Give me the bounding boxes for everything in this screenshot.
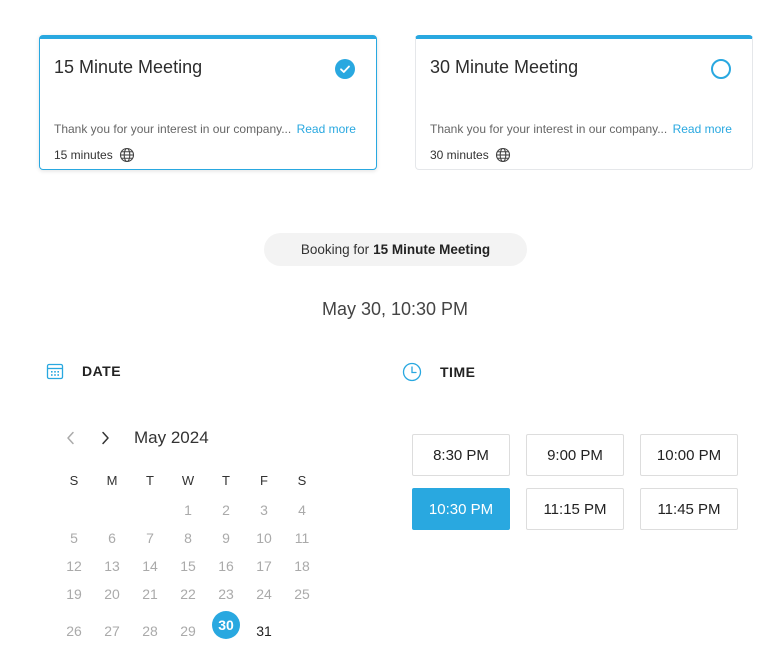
meeting-card-15[interactable]: 15 Minute Meeting Thank you for your int… xyxy=(39,35,377,170)
meeting-duration: 30 minutes xyxy=(430,147,511,163)
time-section-label: TIME xyxy=(440,364,476,380)
calendar-day: 21 xyxy=(142,586,158,602)
description-text: Thank you for your interest in our compa… xyxy=(430,122,668,136)
calendar-day-label: 30 xyxy=(212,611,240,639)
weekday-header: S xyxy=(297,472,307,488)
duration-text: 15 minutes xyxy=(54,148,113,162)
read-more-link[interactable]: Read more xyxy=(297,122,356,136)
calendar-day: 7 xyxy=(146,530,154,546)
month-navigation: May 2024 xyxy=(62,428,209,448)
calendar-day: 5 xyxy=(70,530,78,546)
meeting-title: 30 Minute Meeting xyxy=(430,57,579,77)
description-text: Thank you for your interest in our compa… xyxy=(54,122,292,136)
weekday-header: T xyxy=(146,472,154,488)
date-section-header: DATE xyxy=(46,362,121,380)
calendar-day: 17 xyxy=(256,558,272,574)
meeting-duration: 15 minutes xyxy=(54,147,135,163)
calendar-day: 22 xyxy=(180,586,196,602)
calendar-day: 18 xyxy=(294,558,310,574)
date-section-label: DATE xyxy=(82,363,122,379)
calendar-grid: S M T W T F S 1 2 3 4 5 6 7 8 9 10 11 12 13 14 15 16 17 18 19 20 21… xyxy=(55,470,321,639)
calendar-day: 29 xyxy=(180,623,196,639)
calendar-day: 14 xyxy=(142,558,158,574)
calendar-icon xyxy=(46,362,64,380)
weekday-header: S xyxy=(69,472,79,488)
weekday-header: T xyxy=(222,472,230,488)
globe-icon xyxy=(495,147,511,163)
read-more-link[interactable]: Read more xyxy=(673,122,732,136)
selected-datetime: May 30, 10:30 PM xyxy=(321,299,469,319)
meeting-title: 15 Minute Meeting xyxy=(54,57,203,77)
calendar-day: 24 xyxy=(256,586,272,602)
calendar-day: 3 xyxy=(260,502,268,518)
time-slot-grid: 8:30 PM 9:00 PM 10:00 PM 10:30 PM 11:15 PM 11… xyxy=(412,434,738,530)
check-icon xyxy=(335,59,355,79)
calendar-day: 2 xyxy=(222,502,230,518)
calendar-day: 11 xyxy=(294,530,310,546)
time-slot-selected[interactable]: 10:30 PM xyxy=(412,488,510,530)
meeting-description: Thank you for your interest in our compa… xyxy=(430,122,732,136)
time-section-header: TIME xyxy=(402,362,475,382)
calendar-day: 16 xyxy=(218,558,234,574)
weekday-header: M xyxy=(106,472,118,488)
booking-meeting-name: 15 Minute Meeting xyxy=(373,242,491,257)
chevron-right-icon[interactable] xyxy=(96,429,114,447)
calendar-day: 6 xyxy=(108,530,116,546)
meeting-card-30[interactable]: 30 Minute Meeting Thank you for your int… xyxy=(415,35,753,170)
calendar-day: 13 xyxy=(104,558,120,574)
calendar-day: 28 xyxy=(142,623,158,639)
meeting-description: Thank you for your interest in our compa… xyxy=(54,122,356,136)
calendar-day: 8 xyxy=(184,530,192,546)
weekday-header: W xyxy=(181,472,195,488)
calendar-day: 1 xyxy=(184,502,192,518)
booking-prefix: Booking for xyxy=(300,242,370,257)
calendar-day: 23 xyxy=(218,586,234,602)
time-slot[interactable]: 10:00 PM xyxy=(640,434,738,476)
calendar-day: 10 xyxy=(256,530,272,546)
calendar-day: 20 xyxy=(104,586,120,602)
booking-for-pill: Booking for 15 Minute Meeting xyxy=(264,233,527,266)
calendar-day: 9 xyxy=(222,530,230,546)
calendar-day: 4 xyxy=(298,502,306,518)
calendar-day: 25 xyxy=(294,586,310,602)
calendar-day: 26 xyxy=(66,623,82,639)
globe-icon xyxy=(119,147,135,163)
chevron-left-icon[interactable] xyxy=(62,429,80,447)
calendar-day: 27 xyxy=(104,623,120,639)
calendar-day: 12 xyxy=(66,558,82,574)
calendar-day: 15 xyxy=(180,558,196,574)
time-slot[interactable]: 8:30 PM xyxy=(412,434,510,476)
duration-text: 30 minutes xyxy=(430,148,489,162)
clock-icon xyxy=(402,362,422,382)
month-label: May 2024 xyxy=(134,428,209,447)
time-slot[interactable]: 11:45 PM xyxy=(640,488,738,530)
radio-empty-icon xyxy=(711,59,731,79)
time-slot[interactable]: 9:00 PM xyxy=(526,434,624,476)
weekday-header: F xyxy=(260,472,268,488)
calendar-day: 19 xyxy=(66,586,82,602)
time-slot[interactable]: 11:15 PM xyxy=(526,488,624,530)
calendar-day[interactable]: 31 xyxy=(245,623,283,639)
calendar-day-selected[interactable]: 30 xyxy=(207,611,245,639)
